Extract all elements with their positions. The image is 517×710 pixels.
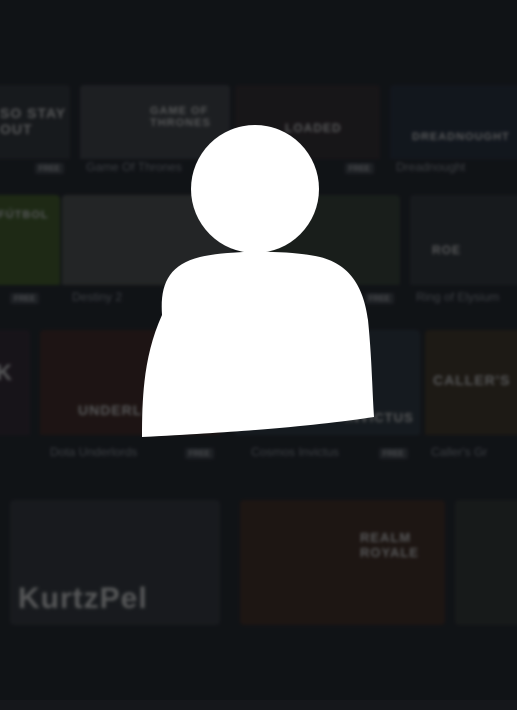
user-silhouette-icon	[140, 125, 376, 437]
